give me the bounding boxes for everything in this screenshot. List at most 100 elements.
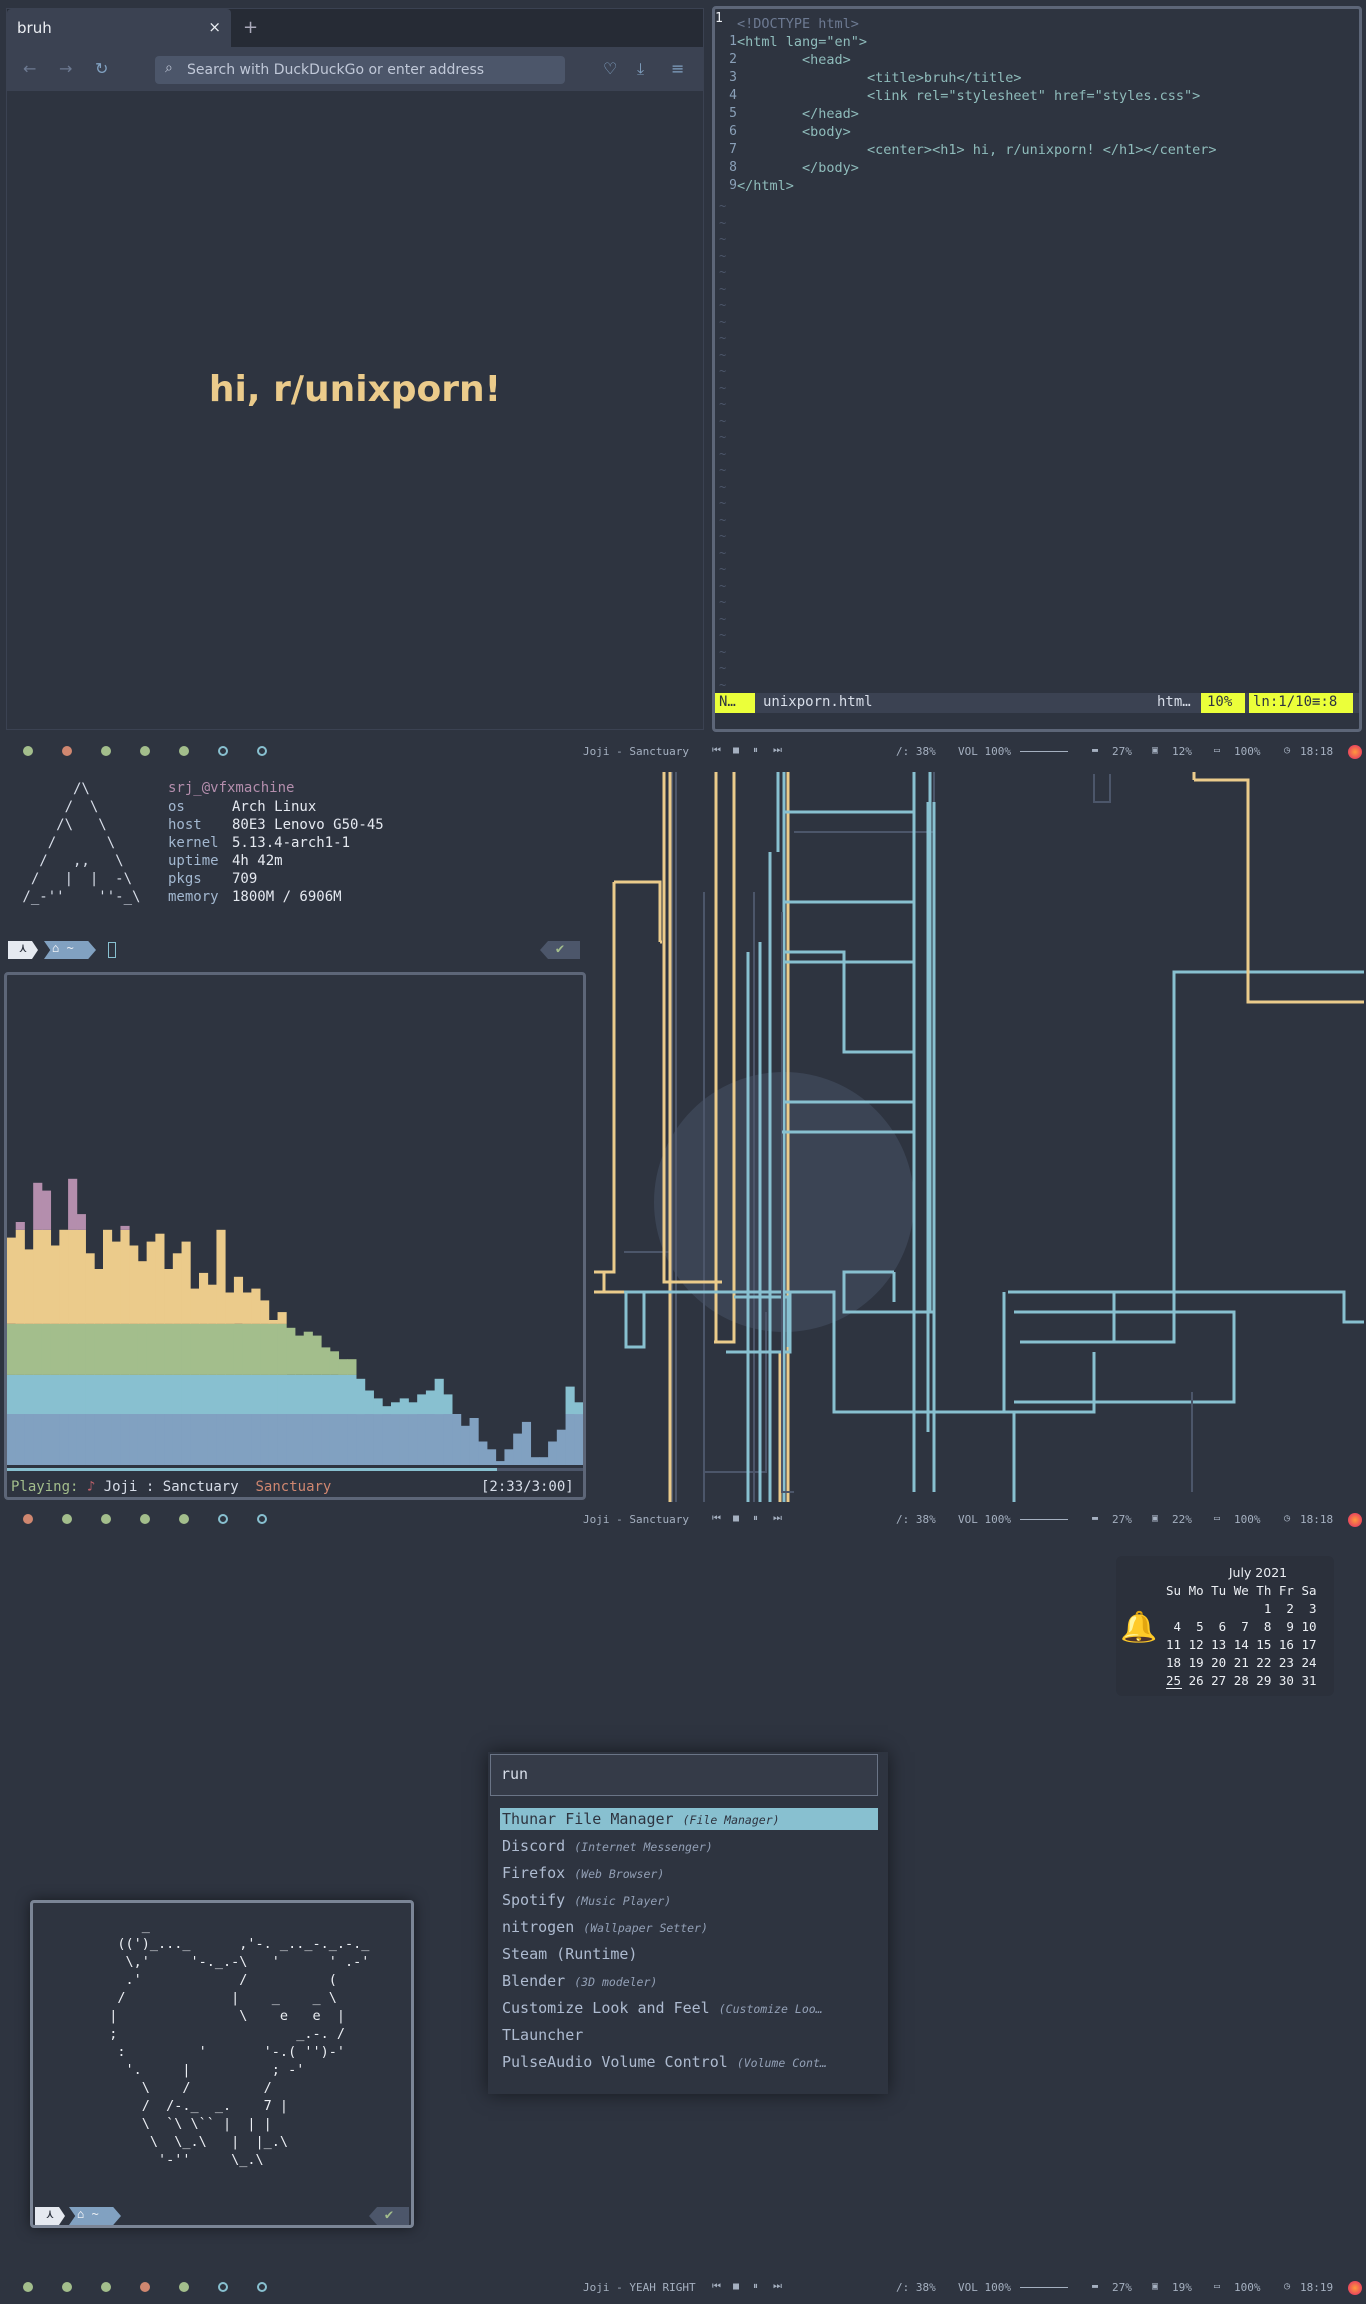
visualizer-bar-segment <box>295 1335 305 1375</box>
volume-slider[interactable] <box>1020 751 1068 752</box>
visualizer-bar-segment <box>495 1461 505 1465</box>
visualizer-bar-segment <box>530 1457 540 1465</box>
pause-icon[interactable]: ⏸ <box>753 745 758 756</box>
reload-icon[interactable]: ↻ <box>95 59 108 78</box>
launcher-item[interactable]: TLauncher <box>500 2024 878 2046</box>
workspace-indicator[interactable] <box>23 2282 33 2292</box>
visualizer-bar-segment <box>295 1414 305 1465</box>
firefox-tray-icon[interactable] <box>1348 745 1362 759</box>
firefox-tray-icon[interactable] <box>1348 2281 1362 2295</box>
tab-close-icon[interactable]: × <box>208 18 221 36</box>
workspace-indicator[interactable] <box>218 1514 228 1524</box>
vim-editor[interactable]: 1 <!DOCTYPE html> 1 <html lang="en"> 2 <hea… <box>712 6 1362 732</box>
code-line[interactable]: <head> <box>737 51 851 69</box>
previous-track-icon[interactable]: ⏮ <box>712 2281 721 2292</box>
workspace-indicator[interactable] <box>101 1514 111 1524</box>
stop-icon[interactable]: ■ <box>733 1513 739 1524</box>
code-line[interactable]: <html lang="en"> <box>737 33 867 51</box>
vim-position: ln:1/10≡:8 <box>1249 693 1353 713</box>
stop-icon[interactable]: ■ <box>733 745 739 756</box>
visualizer-bar-segment <box>286 1414 296 1465</box>
visualizer-bar-segment <box>103 1414 113 1465</box>
launcher-search-input[interactable]: run <box>490 1754 878 1796</box>
visualizer-bar-segment <box>347 1414 357 1465</box>
next-track-icon[interactable]: ⏭ <box>773 745 782 756</box>
workspace-indicator[interactable] <box>179 2282 189 2292</box>
workspace-indicator[interactable] <box>179 1514 189 1524</box>
code-line[interactable]: </html> <box>737 177 794 195</box>
menu-icon[interactable]: ≡ <box>671 59 684 78</box>
workspace-indicator[interactable] <box>140 1514 150 1524</box>
workspace-indicator[interactable] <box>257 2282 267 2292</box>
visualizer-bar-segment <box>155 1233 165 1324</box>
code-line[interactable]: <link rel="stylesheet" href="styles.css"… <box>737 87 1200 105</box>
code-line[interactable]: <!DOCTYPE html> <box>737 15 859 33</box>
workspace-indicator[interactable] <box>23 746 33 756</box>
new-tab-button[interactable]: + <box>243 17 258 38</box>
workspace-indicator[interactable] <box>179 746 189 756</box>
playing-time: [2:33/3:00] <box>481 1479 574 1495</box>
pause-icon[interactable]: ⏸ <box>753 1513 758 1524</box>
workspace-indicator[interactable] <box>62 1514 72 1524</box>
workspace-indicator[interactable] <box>101 2282 111 2292</box>
next-track-icon[interactable]: ⏭ <box>773 1513 782 1524</box>
cpu-icon: ▣ <box>1152 1513 1159 1524</box>
status-bar-1: Joji - Sanctuary /: 38% VOL 100% 27% 12% 100%… <box>0 740 1366 764</box>
launcher-item-name: Spotify <box>502 1891 566 1909</box>
code-line[interactable]: <center><h1> hi, r/unixporn! </h1></cent… <box>737 141 1217 159</box>
launcher-item[interactable]: Firefox (Web Browser) <box>500 1862 878 1884</box>
workspace-indicator[interactable] <box>62 2282 72 2292</box>
back-arrow-icon[interactable]: ← <box>23 59 36 78</box>
previous-track-icon[interactable]: ⏮ <box>712 745 721 756</box>
volume-label: VOL 100% <box>958 1513 1011 1526</box>
workspace-indicator[interactable] <box>23 1514 33 1524</box>
neofetch-terminal[interactable]: /\ / \ /\ \ / \ / ,, \ / | | -\ /_-'' ''… <box>4 776 586 968</box>
forward-arrow-icon[interactable]: → <box>59 59 72 78</box>
launcher-item[interactable]: PulseAudio Volume Control (Volume Cont… <box>500 2051 878 2073</box>
launcher-item[interactable]: Blender (3D modeler) <box>500 1970 878 1992</box>
ascii-art-terminal[interactable]: _ ((')_..._ ,'-. _.._-._.-._ \,' '-._.-\… <box>30 1900 414 2228</box>
launcher-item[interactable]: Customize Look and Feel (Customize Loo… <box>500 1997 878 2019</box>
launcher-item[interactable]: Thunar File Manager (File Manager) <box>500 1808 878 1830</box>
visualizer-bar-segment <box>190 1374 200 1414</box>
code-line[interactable]: <body> <box>737 123 851 141</box>
code-line[interactable]: <title>bruh</title> <box>737 69 1021 87</box>
workspace-indicator[interactable] <box>101 746 111 756</box>
url-bar[interactable]: ⌕ Search with DuckDuckGo or enter addres… <box>155 56 565 84</box>
launcher-item[interactable]: Steam (Runtime) <box>500 1943 878 1965</box>
download-icon[interactable]: ⤓ <box>637 59 644 79</box>
pocket-icon[interactable]: ♡ <box>603 59 617 78</box>
visualizer-bar-segment <box>190 1323 200 1375</box>
browser-tab[interactable]: bruh × <box>7 9 231 47</box>
next-track-icon[interactable]: ⏭ <box>773 2281 782 2292</box>
previous-track-icon[interactable]: ⏮ <box>712 1513 721 1524</box>
code-line[interactable]: </body> <box>737 159 859 177</box>
workspace-indicator[interactable] <box>140 2282 150 2292</box>
search-icon: ⌕ <box>165 60 173 76</box>
visualizer-bar-segment <box>277 1414 287 1465</box>
playing-sep: : <box>145 1479 155 1495</box>
launcher-item[interactable]: Discord (Internet Messenger) <box>500 1835 878 1857</box>
volume-slider[interactable] <box>1020 2287 1068 2288</box>
pause-icon[interactable]: ⏸ <box>753 2281 758 2292</box>
visualizer-bar-segment <box>443 1414 453 1465</box>
audio-visualizer-terminal[interactable]: Playing: ♪ Joji : Sanctuary Sanctuary [2… <box>4 972 586 1500</box>
volume-slider[interactable] <box>1020 1519 1068 1520</box>
code-line[interactable]: </head> <box>737 105 859 123</box>
workspace-indicator[interactable] <box>218 2282 228 2292</box>
workspace-indicator[interactable] <box>140 746 150 756</box>
workspace-indicator[interactable] <box>257 746 267 756</box>
wallpaper-lines <box>594 772 1364 1542</box>
launcher-item[interactable]: Spotify (Music Player) <box>500 1889 878 1911</box>
stop-icon[interactable]: ■ <box>733 2281 739 2292</box>
visualizer-bar-segment <box>24 1414 34 1465</box>
firefox-tray-icon[interactable] <box>1348 1513 1362 1527</box>
launcher-item[interactable]: nitrogen (Wallpaper Setter) <box>500 1916 878 1938</box>
workspace-indicator[interactable] <box>257 1514 267 1524</box>
visualizer-bar-segment <box>391 1414 401 1465</box>
empty-line-tilde: ~ <box>719 430 727 444</box>
workspace-indicator[interactable] <box>62 746 72 756</box>
empty-line-tilde: ~ <box>719 611 727 626</box>
pkgs-label: pkgs <box>168 871 202 887</box>
workspace-indicator[interactable] <box>218 746 228 756</box>
